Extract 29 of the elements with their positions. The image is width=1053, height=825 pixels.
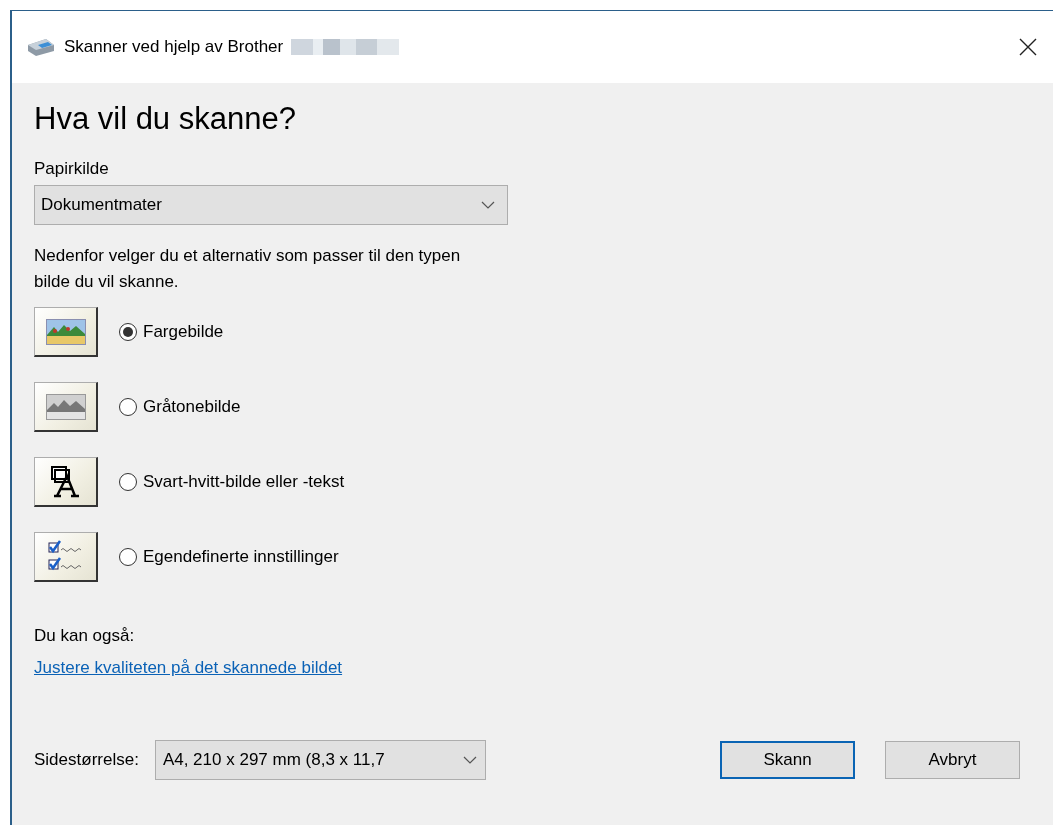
color-picture-button[interactable] — [34, 307, 98, 357]
radio-button[interactable] — [119, 323, 137, 341]
page-size-dropdown[interactable]: A4, 210 x 297 mm (8,3 x 11,7 — [154, 740, 486, 780]
dialog-button[interactable]: Avbryt — [885, 741, 1020, 779]
radio-button[interactable] — [119, 398, 137, 416]
quality-link[interactable]: Justere kvaliteten på det skannede bildet — [34, 658, 343, 678]
option-label[interactable]: Fargebilde — [143, 322, 224, 342]
monochrome-picture-button[interactable] — [34, 457, 98, 507]
field-label: Papirkilde — [34, 159, 110, 179]
grayscale-picture-button[interactable] — [34, 382, 98, 432]
option-label[interactable]: Svart-hvitt-bilde eller -tekst — [143, 472, 345, 492]
field-label: Sidestørrelse: — [34, 750, 139, 770]
paper-source-dropdown[interactable]: Dokumentmater — [34, 185, 508, 225]
window-title: Skanner ved hjelp av Brother — [64, 37, 284, 57]
landscape-icon — [45, 318, 86, 345]
option-label[interactable]: Gråtonebilde — [143, 397, 241, 417]
page-heading: Hva vil du skanne? — [34, 101, 297, 138]
chevron-down-icon — [462, 756, 477, 764]
scanner-icon — [26, 37, 56, 57]
custom-settings-button[interactable] — [34, 532, 98, 582]
picture-and-letter-icon — [50, 465, 81, 498]
dialog-button[interactable]: Skann — [720, 741, 855, 779]
radio-button[interactable] — [119, 473, 137, 491]
radio-button[interactable] — [119, 548, 137, 566]
chevron-down-icon — [481, 201, 495, 209]
option-label[interactable]: Egendefinerte innstillinger — [143, 547, 339, 567]
instruction-text: Nedenfor velger du et alternativ som passer til den typen bilde du vil skanne. — [34, 245, 462, 293]
also-label: Du kan også: — [34, 626, 136, 646]
landscape-icon — [45, 393, 86, 420]
